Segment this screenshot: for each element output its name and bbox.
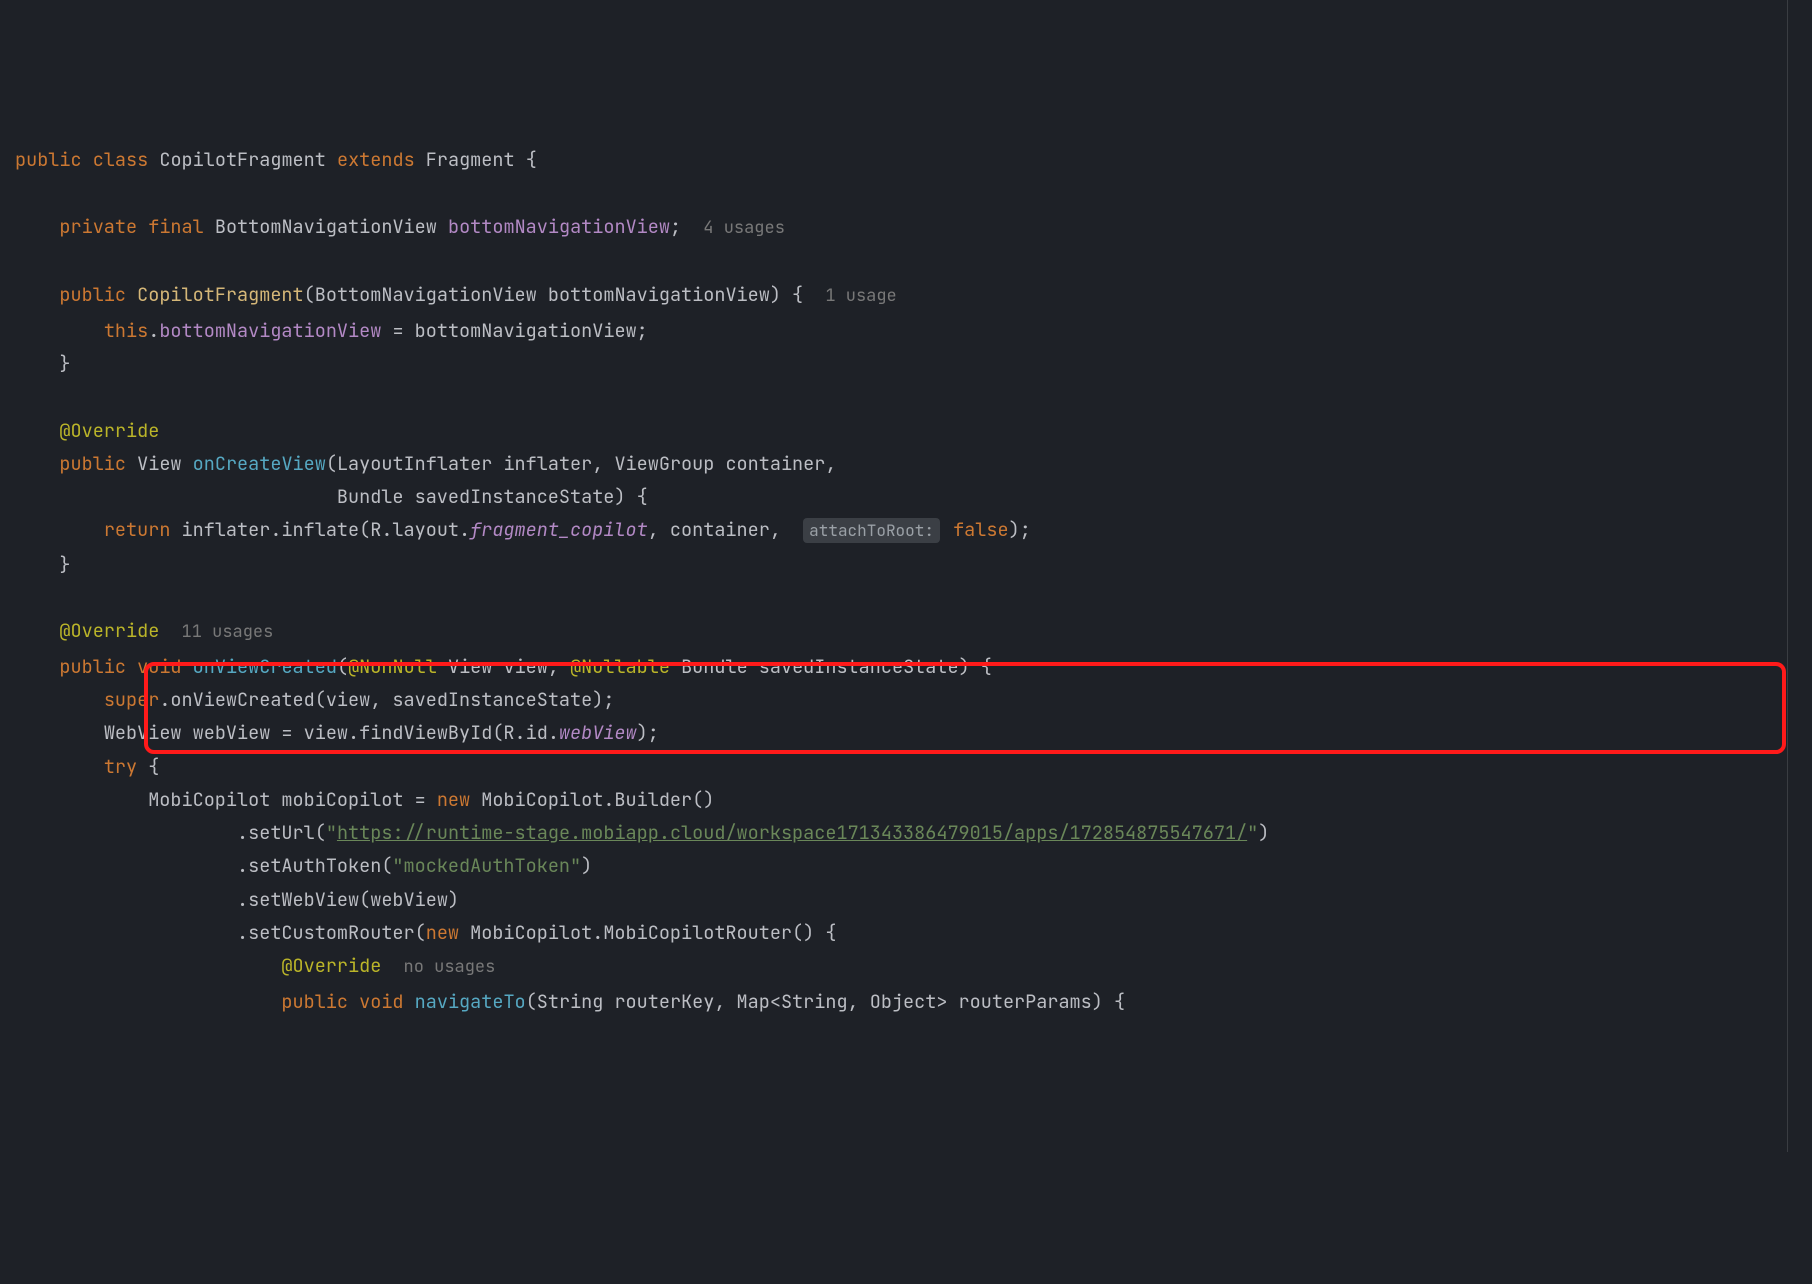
code-line-9: @Override [15, 418, 159, 443]
code-line-19: try { [15, 754, 159, 779]
code-line-23: .setWebView(webView) [15, 887, 459, 912]
code-line-25: @Override no usages [15, 953, 495, 978]
code-line-11: Bundle savedInstanceState) { [15, 484, 648, 509]
code-line-7: } [15, 351, 71, 376]
usage-hint[interactable]: no usages [404, 956, 496, 978]
code-line-26: public void navigateTo(String routerKey,… [15, 989, 1125, 1014]
usage-hint[interactable]: 4 usages [703, 217, 785, 239]
code-line-21: .setUrl("https://runtime-stage.mobiapp.c… [15, 820, 1269, 845]
code-line-12: return inflater.inflate(R.layout.fragmen… [15, 517, 1031, 542]
code-line-24: .setCustomRouter(new MobiCopilot.MobiCop… [15, 920, 836, 945]
param-hint: attachToRoot: [803, 518, 940, 543]
usage-hint[interactable]: 11 usages [182, 621, 274, 643]
code-line-1: public class CopilotFragment extends Fra… [15, 147, 537, 172]
code-line-20: MobiCopilot mobiCopilot = new MobiCopilo… [15, 787, 714, 812]
code-line-17: super.onViewCreated(view, savedInstanceS… [15, 687, 614, 712]
code-line-22: .setAuthToken("mockedAuthToken") [15, 853, 592, 878]
url-link[interactable]: https://runtime-stage.mobiapp.cloud/work… [337, 820, 1247, 845]
editor-right-margin [1787, 0, 1788, 1152]
code-line-10: public View onCreateView(LayoutInflater … [15, 451, 836, 476]
code-editor[interactable]: public class CopilotFragment extends Fra… [15, 143, 1797, 1018]
usage-hint[interactable]: 1 usage [825, 285, 896, 307]
code-line-18: WebView webView = view.findViewById(R.id… [15, 720, 659, 745]
code-line-3: private final BottomNavigationView botto… [15, 214, 785, 239]
code-line-5: public CopilotFragment(BottomNavigationV… [15, 282, 897, 307]
code-line-6: this.bottomNavigationView = bottomNaviga… [15, 318, 648, 343]
code-line-13: } [15, 552, 71, 577]
code-line-16: public void onViewCreated(@NonNull View … [15, 654, 992, 679]
code-line-15: @Override 11 usages [15, 618, 273, 643]
